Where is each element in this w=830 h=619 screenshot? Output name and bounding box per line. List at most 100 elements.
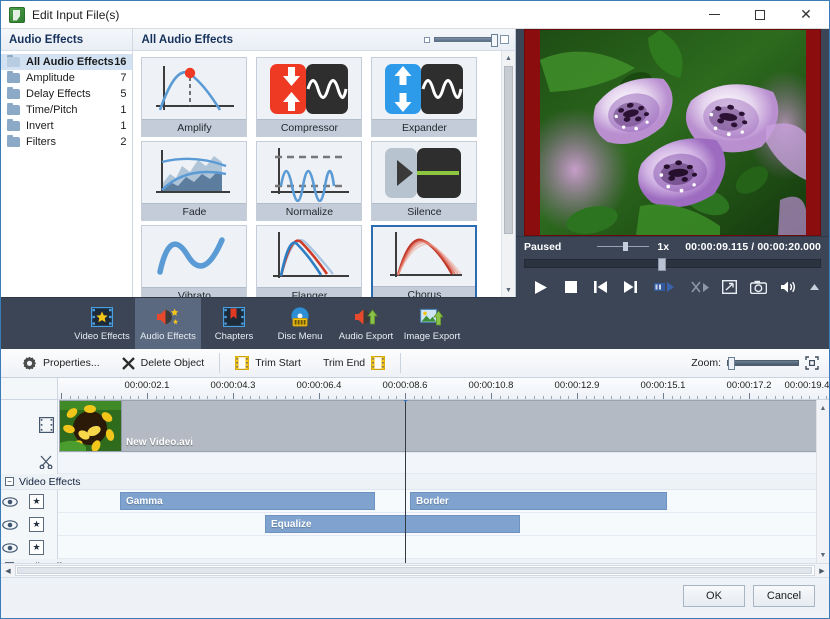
ruler-tick	[164, 396, 165, 399]
tab-image-export[interactable]: Image Export	[399, 298, 465, 349]
speed-slider-handle[interactable]	[623, 242, 628, 251]
hscroll-thumb[interactable]	[17, 567, 812, 574]
cancel-button[interactable]: Cancel	[753, 585, 815, 607]
visibility-eye-icon[interactable]	[1, 543, 19, 553]
timeline-clip-gamma[interactable]: Gamma	[120, 492, 375, 510]
size-slider-handle[interactable]	[491, 34, 498, 47]
track-lane-cut[interactable]	[58, 453, 829, 474]
timeline-ruler[interactable]: 00:00:02.1 00:00:04.3 00:00:06.4 00:00:0…	[1, 378, 829, 400]
effect-tile-silence[interactable]: Silence	[371, 141, 477, 221]
gallery-scroll-thumb[interactable]	[504, 66, 513, 234]
visibility-eye-icon[interactable]	[1, 497, 19, 507]
track-header-video[interactable]	[1, 400, 58, 453]
tab-disc-menu[interactable]: Disc Menu	[267, 298, 333, 349]
previous-frame-button[interactable]	[594, 281, 607, 293]
ruler-tick	[740, 396, 741, 399]
sidebar-item-delay-effects[interactable]: Delay Effects 5	[1, 86, 132, 102]
delete-object-button[interactable]: Delete Object	[111, 351, 216, 375]
scroll-down-icon[interactable]: ▼	[817, 549, 829, 561]
effect-tile-amplify[interactable]: Amplify	[141, 57, 247, 137]
effect-tile-vibrato[interactable]: Vibrato	[141, 225, 247, 297]
category-label: Amplitude	[26, 72, 120, 84]
category-count: 7	[120, 72, 126, 84]
sidebar-item-filters[interactable]: Filters 2	[1, 134, 132, 150]
maximize-button[interactable]	[737, 1, 783, 29]
size-slider-track[interactable]	[434, 37, 496, 42]
fullscreen-button[interactable]	[722, 280, 737, 294]
volume-button[interactable]	[780, 280, 797, 294]
more-options-button[interactable]	[810, 284, 819, 291]
sidebar-item-invert[interactable]: Invert 1	[1, 118, 132, 134]
play-button[interactable]	[534, 280, 548, 295]
sidebar-item-time-pitch[interactable]: Time/Pitch 1	[1, 102, 132, 118]
scissors-icon[interactable]	[39, 455, 53, 472]
scroll-down-icon[interactable]: ▼	[503, 284, 515, 296]
scroll-up-icon[interactable]: ▲	[817, 402, 829, 414]
tab-video-effects[interactable]: Video Effects	[69, 298, 135, 349]
effect-tile-compressor[interactable]: Compressor	[256, 57, 362, 137]
thumbnail-size-slider[interactable]	[424, 35, 509, 44]
speed-slider-track[interactable]	[597, 246, 649, 247]
seek-slider-handle[interactable]	[658, 258, 666, 271]
track-header-video-fx-2[interactable]: ★	[1, 513, 58, 536]
tab-audio-effects[interactable]: Audio Effects	[135, 298, 201, 349]
zoom-slider-track[interactable]	[727, 360, 799, 366]
sidebar-item-all-audio-effects[interactable]: All Audio Effects 16	[1, 54, 132, 70]
tab-chapters[interactable]: Chapters	[201, 298, 267, 349]
ok-button[interactable]: OK	[683, 585, 745, 607]
effect-tile-chorus[interactable]: Chorus	[371, 225, 477, 297]
playhead[interactable]	[405, 400, 406, 563]
timeline-clip-equalize[interactable]: Equalize	[265, 515, 520, 533]
group-header-video-effects[interactable]: − Video Effects	[1, 474, 829, 490]
step-forward-button[interactable]	[654, 281, 674, 293]
hscroll-track[interactable]	[15, 565, 815, 576]
cut-button[interactable]	[691, 281, 709, 294]
track-header-cut[interactable]	[1, 453, 58, 474]
track-lane-video-fx-3[interactable]	[58, 536, 829, 559]
timeline-clip-border[interactable]: Border	[410, 492, 667, 510]
effect-tile-normalize[interactable]: Normalize	[256, 141, 362, 221]
collapse-icon[interactable]: −	[5, 477, 14, 486]
ruler-tick-label: 00:00:15.1	[641, 380, 686, 391]
speed-slider[interactable]	[597, 246, 649, 247]
trim-end-button[interactable]: Trim End	[312, 351, 396, 375]
timeline-vertical-scrollbar[interactable]: ▲ ▼	[816, 400, 829, 563]
effect-label: Vibrato	[142, 287, 246, 297]
ruler-tick	[70, 396, 71, 399]
trim-start-button[interactable]: Trim Start	[224, 351, 312, 375]
video-surface[interactable]	[540, 30, 806, 235]
ruler-tick	[353, 396, 354, 399]
seek-slider[interactable]	[524, 259, 821, 268]
collapse-icon[interactable]: −	[5, 562, 14, 563]
stop-button[interactable]	[565, 281, 577, 293]
group-header-audio-effects[interactable]: − Audio Effects	[1, 559, 829, 563]
fit-to-window-icon[interactable]	[805, 356, 819, 370]
snapshot-button[interactable]	[750, 280, 767, 294]
effect-tile-expander[interactable]: Expander	[371, 57, 477, 137]
ruler-tick	[422, 396, 423, 399]
gallery-scrollbar[interactable]: ▲ ▼	[501, 51, 515, 297]
minimize-button[interactable]	[691, 1, 737, 29]
track-lane-video[interactable]: New Video.avi	[58, 400, 829, 453]
scroll-up-icon[interactable]: ▲	[503, 52, 515, 64]
scroll-left-icon[interactable]: ◀	[1, 567, 15, 575]
next-frame-button[interactable]	[624, 281, 637, 293]
sidebar-item-amplitude[interactable]: Amplitude 7	[1, 70, 132, 86]
effect-tile-flanger[interactable]: Flanger	[256, 225, 362, 297]
tab-audio-export[interactable]: Audio Export	[333, 298, 399, 349]
track-header-video-fx-1[interactable]: ★	[1, 490, 58, 513]
effect-tile-fade[interactable]: Fade	[141, 141, 247, 221]
gallery-header-bar: All Audio Effects	[133, 29, 515, 51]
track-header-video-fx-3[interactable]: ★	[1, 536, 58, 559]
track-lane-video-fx-2[interactable]: Equalize	[58, 513, 829, 536]
properties-button[interactable]: Properties...	[11, 351, 111, 375]
track-lane-video-fx-1[interactable]: Gamma Border	[58, 490, 829, 513]
timeline-clip-video[interactable]: New Video.avi	[59, 400, 820, 452]
close-button[interactable]: ✕	[783, 1, 829, 29]
timeline-horizontal-scrollbar[interactable]: ◀ ▶	[1, 563, 829, 577]
zoom-slider-handle[interactable]	[728, 357, 735, 370]
ruler-tick	[396, 396, 397, 399]
chapters-icon	[223, 306, 245, 328]
visibility-eye-icon[interactable]	[1, 520, 19, 530]
scroll-right-icon[interactable]: ▶	[815, 567, 829, 575]
